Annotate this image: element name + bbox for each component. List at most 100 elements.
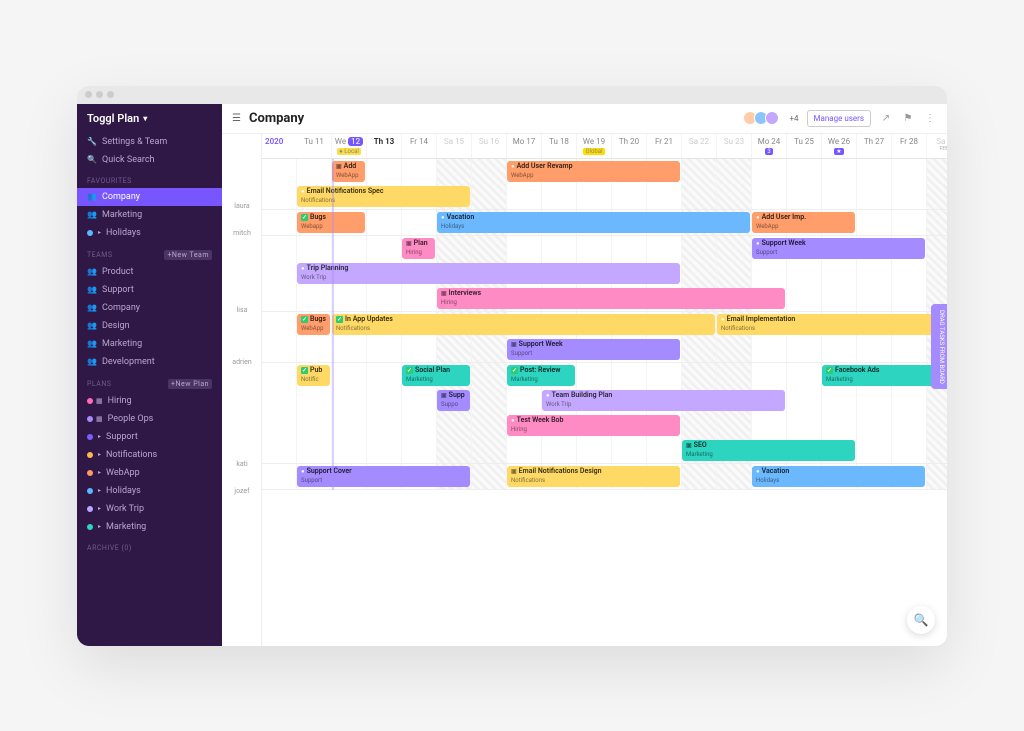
day-9[interactable]: Th 20 — [612, 134, 647, 158]
search-icon: 🔍 — [87, 155, 97, 165]
task-supp[interactable]: ▣SuppSuppo — [437, 390, 470, 411]
flag-icon[interactable]: ⚑ — [901, 111, 915, 125]
sidebar-item-design[interactable]: 👥Design — [77, 317, 222, 335]
task-add-user-revamp[interactable]: ●Add User RevampWebApp — [507, 161, 680, 182]
sidebar-item-hiring[interactable]: ▦Hiring — [77, 392, 222, 410]
year-label: 2020 — [262, 134, 297, 158]
main-panel: ☰ Company +4 Manage users ↗ ⚑ ⋮ lauramit… — [222, 104, 947, 646]
person-name: jozef — [222, 487, 262, 495]
task-email-implementation[interactable]: ●Email ImplementationNotifications — [717, 314, 947, 335]
filter-icon[interactable]: ☰ — [232, 113, 241, 124]
person-name: lisa — [222, 306, 262, 314]
person-row-lisa: ▣PlanHiring ●Support WeekSupport ●Trip Pla… — [262, 236, 947, 312]
toolbar: ☰ Company +4 Manage users ↗ ⚑ ⋮ — [222, 104, 947, 134]
task-support-week[interactable]: ●Support WeekSupport — [752, 238, 925, 259]
sidebar-item-webapp[interactable]: ▸WebApp — [77, 464, 222, 482]
day-14[interactable]: Tu 25 — [787, 134, 822, 158]
day-10[interactable]: Fr 21 — [647, 134, 682, 158]
task-facebook-ads[interactable]: ✓Facebook AdsMarketing — [822, 365, 947, 386]
day-16[interactable]: Th 27 — [857, 134, 892, 158]
day-17[interactable]: Fr 28 — [892, 134, 927, 158]
day-18[interactable]: Sa 1FEB — [927, 134, 947, 158]
day-13[interactable]: Mo 243 — [752, 134, 787, 158]
task-interviews[interactable]: ▣InterviewsHiring — [437, 288, 785, 309]
task-seo[interactable]: ▣SEOMarketing — [682, 440, 855, 461]
drag-from-board-tab[interactable]: DRAG TASKS FROM BOARD — [931, 304, 947, 390]
task-plan[interactable]: ▣PlanHiring — [402, 238, 435, 259]
task-vacation[interactable]: ●VacationHolidays — [437, 212, 750, 233]
sidebar-section-plans: PLANS+New Plan — [77, 371, 222, 392]
task-in-app-updates[interactable]: ✓In App UpdatesNotifications — [332, 314, 715, 335]
sidebar-item-people-ops[interactable]: ▦People Ops — [77, 410, 222, 428]
task-bugs[interactable]: ✓BugsWebApp — [297, 314, 330, 335]
task-post-review[interactable]: ✓Post: ReviewMarketing — [507, 365, 575, 386]
sidebar-item-holidays[interactable]: ▸Holidays — [77, 482, 222, 500]
max-dot[interactable] — [107, 91, 114, 98]
day-2[interactable]: Th 13 — [367, 134, 402, 158]
task-team-building-plan[interactable]: ●Team Building PlanWork Trip — [542, 390, 785, 411]
task-test-week-bob[interactable]: ●Test Week BobHiring — [507, 415, 680, 436]
person-row-kati: ✓PubNotific ✓Social PlanMarketing ✓Post: R… — [262, 363, 947, 464]
more-users[interactable]: +4 — [790, 114, 799, 123]
task-email-notifications-design[interactable]: ▣Email Notifications DesignNotifications — [507, 466, 680, 487]
brand-menu[interactable]: Toggl Plan — [77, 104, 222, 133]
min-dot[interactable] — [96, 91, 103, 98]
task-pub[interactable]: ✓PubNotific — [297, 365, 330, 386]
task-email-notifications-spec[interactable]: ●Email Notifications SpecNotifications — [297, 186, 470, 207]
day-11[interactable]: Sa 22 — [682, 134, 717, 158]
sidebar-item-marketing[interactable]: 👥Marketing — [77, 206, 222, 224]
day-0[interactable]: Tu 11 — [297, 134, 332, 158]
timeline: lauramitchlisaadrienkatijozef 2020Tu 11W… — [222, 134, 947, 646]
person-row-mitch: ✓BugsWebapp ●VacationHolidays●Add User Im… — [262, 210, 947, 236]
sidebar-item-work-trip[interactable]: ▸Work Trip — [77, 500, 222, 518]
person-name: adrien — [222, 358, 262, 366]
day-15[interactable]: We 26★ — [822, 134, 857, 158]
day-6[interactable]: Mo 17 — [507, 134, 542, 158]
sidebar-item-product[interactable]: 👥Product — [77, 263, 222, 281]
sidebar-item-support[interactable]: ▸Support — [77, 428, 222, 446]
search-link[interactable]: 🔍Quick Search — [77, 151, 222, 169]
teams-add-button[interactable]: +New Team — [164, 250, 212, 260]
plans-add-button[interactable]: +New Plan — [168, 379, 212, 389]
task-bugs[interactable]: ✓BugsWebapp — [297, 212, 365, 233]
person-row-jozef: ●Support CoverSupport ▣Email Notification… — [262, 464, 947, 490]
settings-link[interactable]: 🔧Settings & Team — [77, 133, 222, 151]
sidebar-item-company[interactable]: 👥Company — [77, 299, 222, 317]
today-line — [332, 159, 334, 490]
manage-users-button[interactable]: Manage users — [807, 110, 871, 127]
sidebar-item-marketing[interactable]: 👥Marketing — [77, 335, 222, 353]
person-name: mitch — [222, 229, 262, 237]
close-dot[interactable] — [85, 91, 92, 98]
day-12[interactable]: Su 23 — [717, 134, 752, 158]
user-avatars[interactable] — [746, 111, 779, 125]
task-support-cover[interactable]: ●Support CoverSupport — [297, 466, 470, 487]
day-header: 2020Tu 11We 12● LocalTh 13Fr 14Sa 15Su 1… — [262, 134, 947, 159]
sidebar-item-support[interactable]: 👥Support — [77, 281, 222, 299]
day-3[interactable]: Fr 14 — [402, 134, 437, 158]
person-row-adrien: ✓BugsWebApp✓In App UpdatesNotifications●… — [262, 312, 947, 363]
day-5[interactable]: Su 16 — [472, 134, 507, 158]
more-icon[interactable]: ⋮ — [923, 111, 937, 125]
person-row-laura: ▣AddWebApp ●Add User RevampWebApp ●Email N… — [262, 159, 947, 210]
timeline-grid[interactable]: 2020Tu 11We 12● LocalTh 13Fr 14Sa 15Su 1… — [262, 134, 947, 646]
task-add-user-imp-[interactable]: ●Add User Imp.WebApp — [752, 212, 855, 233]
day-1[interactable]: We 12● Local — [332, 134, 367, 158]
share-icon[interactable]: ↗ — [879, 111, 893, 125]
sidebar-item-development[interactable]: 👥Development — [77, 353, 222, 371]
titlebar — [77, 86, 947, 104]
sidebar-section-archive: ARCHIVE (0) — [77, 536, 222, 555]
task-support-week[interactable]: ▣Support WeekSupport — [507, 339, 680, 360]
search-fab[interactable]: 🔍 — [907, 606, 935, 634]
task-add[interactable]: ▣AddWebApp — [332, 161, 365, 182]
task-trip-planning[interactable]: ●Trip PlanningWork Trip — [297, 263, 680, 284]
sidebar-item-notifications[interactable]: ▸Notifications — [77, 446, 222, 464]
sidebar-item-marketing[interactable]: ▸Marketing — [77, 518, 222, 536]
task-social-plan[interactable]: ✓Social PlanMarketing — [402, 365, 470, 386]
day-4[interactable]: Sa 15 — [437, 134, 472, 158]
sidebar-item-holidays[interactable]: ▸Holidays — [77, 224, 222, 242]
day-8[interactable]: We 19Global — [577, 134, 612, 158]
app-window: Toggl Plan 🔧Settings & Team 🔍Quick Searc… — [77, 86, 947, 646]
sidebar-item-company[interactable]: 👥Company — [77, 188, 222, 206]
task-vacation[interactable]: ●VacationHolidays — [752, 466, 925, 487]
day-7[interactable]: Tu 18 — [542, 134, 577, 158]
